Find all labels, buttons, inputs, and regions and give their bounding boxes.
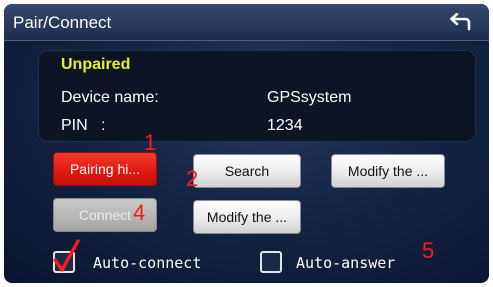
auto-answer-checkbox[interactable] (260, 251, 282, 273)
auto-answer-label[interactable]: Auto-answer (296, 254, 395, 272)
pin-value: 1234 (267, 117, 303, 134)
pin-label: PIN : (61, 117, 106, 134)
pairing-status: Unpaired (61, 56, 131, 73)
annotation-marker-1: 1 (144, 130, 157, 155)
modify-button-top[interactable]: Modify the ... (331, 154, 445, 188)
page-title: Pair/Connect (13, 13, 112, 32)
title-bar: Pair/Connect (4, 4, 489, 41)
annotation-marker-4: 4 (133, 200, 146, 225)
modify-button-bottom[interactable]: Modify the ... (193, 200, 301, 234)
back-arrow-icon[interactable] (449, 13, 471, 31)
annotation-marker-2: 2 (186, 166, 199, 191)
annotation-marker-5: 5 (422, 238, 435, 263)
device-name-label: Device name: (61, 89, 159, 106)
pair-connect-screen: Pair/Connect Unpaired Device name: GPSsy… (4, 4, 489, 283)
search-button[interactable]: Search (193, 154, 301, 188)
auto-connect-label[interactable]: Auto-connect (93, 254, 201, 272)
device-name-value: GPSsystem (267, 89, 352, 106)
device-info-panel: Unpaired Device name: GPSsystem PIN : 12… (38, 50, 476, 142)
checkmark-icon (53, 239, 80, 272)
pairing-button[interactable]: Pairing hi... (53, 152, 157, 186)
